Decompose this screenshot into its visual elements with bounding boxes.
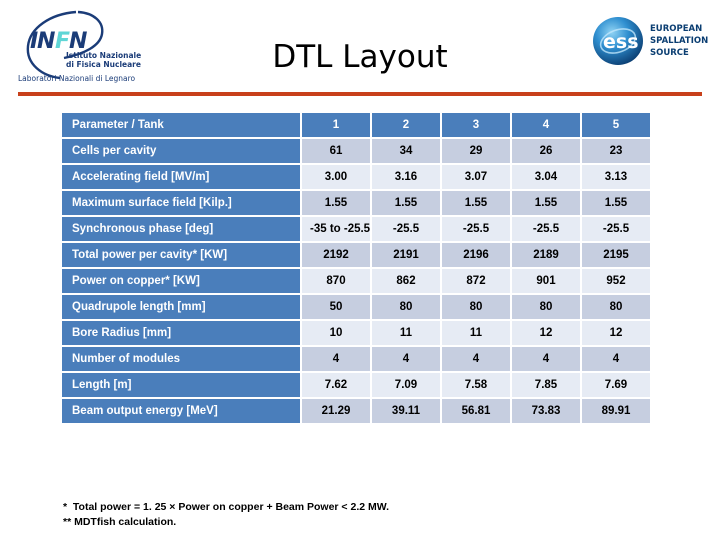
table-cell: 34: [372, 139, 440, 163]
table-cell: 7.69: [582, 373, 650, 397]
column-header-tank-1: 1: [302, 113, 370, 137]
table-header-row: Parameter / Tank 1 2 3 4 5: [62, 113, 650, 137]
table-cell: 29: [442, 139, 510, 163]
row-label: Length [m]: [62, 373, 300, 397]
table-cell: 80: [582, 295, 650, 319]
table-cell: 4: [512, 347, 580, 371]
footnote-mdtfish: ** MDTfish calculation.: [63, 516, 177, 529]
row-label: Maximum surface field [Kilp.]: [62, 191, 300, 215]
table-row: Total power per cavity* [KW] 2192 2191 2196…: [62, 243, 650, 267]
table-cell: 3.07: [442, 165, 510, 189]
table-cell: 7.58: [442, 373, 510, 397]
table-cell: -25.5: [372, 217, 440, 241]
table-cell: 12: [512, 321, 580, 345]
table-cell: 1.55: [302, 191, 370, 215]
table-cell: 7.85: [512, 373, 580, 397]
row-label: Total power per cavity* [KW]: [62, 243, 300, 267]
table-cell: 80: [512, 295, 580, 319]
row-label: Cells per cavity: [62, 139, 300, 163]
table-cell: 39.11: [372, 399, 440, 423]
column-header-parameter: Parameter / Tank: [62, 113, 300, 137]
table-cell: 4: [302, 347, 370, 371]
table-cell: 4: [582, 347, 650, 371]
column-header-tank-5: 5: [582, 113, 650, 137]
table-cell: 2195: [582, 243, 650, 267]
table-cell: 7.62: [302, 373, 370, 397]
table-row: Maximum surface field [Kilp.] 1.55 1.55 1.5…: [62, 191, 650, 215]
table-cell: -35 to -25.5: [302, 217, 370, 241]
table-cell: 21.29: [302, 399, 370, 423]
table-cell: 870: [302, 269, 370, 293]
title-divider: [18, 92, 702, 96]
table-row: Number of modules 4 4 4 4 4: [62, 347, 650, 371]
table-cell: 61: [302, 139, 370, 163]
footnotes: * Total power = 1. 25 × Power on copper …: [63, 500, 389, 530]
table-cell: 4: [442, 347, 510, 371]
table-cell: -25.5: [512, 217, 580, 241]
row-label: Quadrupole length [mm]: [62, 295, 300, 319]
table-row: Length [m] 7.62 7.09 7.58 7.85 7.69: [62, 373, 650, 397]
table-cell: 12: [582, 321, 650, 345]
table-cell: 2189: [512, 243, 580, 267]
table-cell: 1.55: [512, 191, 580, 215]
table-row: Power on copper* [KW] 870 862 872 901 952: [62, 269, 650, 293]
table-row: Quadrupole length [mm] 50 80 80 80 80: [62, 295, 650, 319]
page-title: DTL Layout: [272, 39, 448, 75]
table-cell: 1.55: [442, 191, 510, 215]
table-cell: 3.13: [582, 165, 650, 189]
table-cell: -25.5: [442, 217, 510, 241]
table-cell: 50: [302, 295, 370, 319]
table-row: Accelerating field [MV/m] 3.00 3.16 3.07 3.0…: [62, 165, 650, 189]
table-cell: 1.55: [582, 191, 650, 215]
table-cell: 56.81: [442, 399, 510, 423]
table-cell: 23: [582, 139, 650, 163]
table-cell: 73.83: [512, 399, 580, 423]
table-cell: 3.00: [302, 165, 370, 189]
table-cell: 3.16: [372, 165, 440, 189]
row-label: Synchronous phase [deg]: [62, 217, 300, 241]
table-cell: 2192: [302, 243, 370, 267]
row-label: Power on copper* [KW]: [62, 269, 300, 293]
table-cell: 901: [512, 269, 580, 293]
table-cell: 11: [372, 321, 440, 345]
table-cell: 10: [302, 321, 370, 345]
svg-text:Laboratori Nazionali di Legnar: Laboratori Nazionali di Legnaro: [18, 74, 136, 83]
table-row: Cells per cavity 61 34 29 26 23: [62, 139, 650, 163]
row-label: Bore Radius [mm]: [62, 321, 300, 345]
table-cell: 2196: [442, 243, 510, 267]
row-label: Beam output energy [MeV]: [62, 399, 300, 423]
table-row: Beam output energy [MeV] 21.29 39.11 56.81 7…: [62, 399, 650, 423]
table-cell: 89.91: [582, 399, 650, 423]
table-cell: 952: [582, 269, 650, 293]
table-cell: 1.55: [372, 191, 440, 215]
svg-text:EUROPEAN: EUROPEAN: [650, 24, 702, 34]
column-header-tank-4: 4: [512, 113, 580, 137]
table-cell: -25.5: [582, 217, 650, 241]
table-cell: 3.04: [512, 165, 580, 189]
table-row: Synchronous phase [deg] -35 to -25.5 -25.5…: [62, 217, 650, 241]
column-header-tank-3: 3: [442, 113, 510, 137]
slide-header: I N F N Istituto Nazionale di Fisica Nuc…: [0, 0, 720, 98]
table-row: Bore Radius [mm] 10 11 11 12 12: [62, 321, 650, 345]
table-cell: 7.09: [372, 373, 440, 397]
table-cell: 2191: [372, 243, 440, 267]
table-cell: 11: [442, 321, 510, 345]
dtl-parameter-table: Parameter / Tank 1 2 3 4 5 Cells per cav…: [60, 111, 650, 425]
table-cell: 4: [372, 347, 440, 371]
table-cell: 872: [442, 269, 510, 293]
footnote-total-power: * Total power = 1. 25 × Power on copper …: [63, 501, 389, 513]
table-cell: 80: [372, 295, 440, 319]
row-label: Accelerating field [MV/m]: [62, 165, 300, 189]
table-cell: 26: [512, 139, 580, 163]
table-cell: 862: [372, 269, 440, 293]
table-cell: 80: [442, 295, 510, 319]
row-label: Number of modules: [62, 347, 300, 371]
column-header-tank-2: 2: [372, 113, 440, 137]
